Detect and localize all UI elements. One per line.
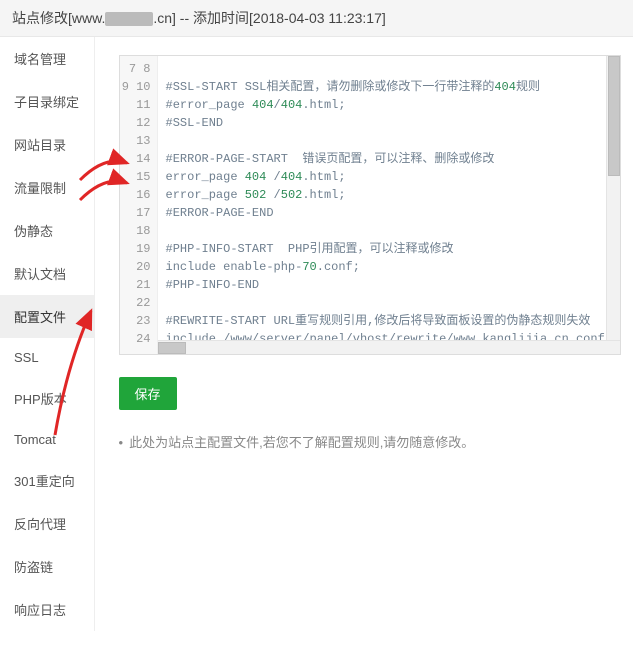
title-suffix: .cn] -- 添加时间[2018-04-03 11:23:17] xyxy=(153,10,385,26)
sidebar-item-11[interactable]: 反向代理 xyxy=(0,502,94,545)
sidebar-item-1[interactable]: 子目录绑定 xyxy=(0,80,94,123)
window-title: 站点修改[www. .cn] -- 添加时间[2018-04-03 11:23:1… xyxy=(0,0,633,37)
h-scroll-thumb[interactable] xyxy=(158,342,186,354)
main-area: 域名管理子目录绑定网站目录流量限制伪静态默认文档配置文件SSLPHP版本Tomc… xyxy=(0,37,633,631)
sidebar-item-7[interactable]: SSL xyxy=(0,338,94,377)
sidebar-item-10[interactable]: 301重定向 xyxy=(0,459,94,502)
sidebar-item-13[interactable]: 响应日志 xyxy=(0,588,94,631)
bullet-icon: • xyxy=(119,435,124,450)
code-editor[interactable]: 7 8 9 10 11 12 13 14 15 16 17 18 19 20 2… xyxy=(119,55,621,355)
sidebar-item-0[interactable]: 域名管理 xyxy=(0,37,94,80)
code-body[interactable]: #SSL-START SSL相关配置，请勿删除或修改下一行带注释的404规则 #… xyxy=(158,56,620,354)
domain-masked xyxy=(105,12,153,26)
vertical-scrollbar[interactable] xyxy=(606,56,620,340)
config-note: • 此处为站点主配置文件,若您不了解配置规则,请勿随意修改。 xyxy=(119,432,621,451)
sidebar-item-2[interactable]: 网站目录 xyxy=(0,123,94,166)
sidebar-item-9[interactable]: Tomcat xyxy=(0,420,94,459)
v-scroll-thumb[interactable] xyxy=(608,56,620,176)
line-gutter: 7 8 9 10 11 12 13 14 15 16 17 18 19 20 2… xyxy=(120,56,158,354)
sidebar-item-3[interactable]: 流量限制 xyxy=(0,166,94,209)
title-prefix: 站点修改[www. xyxy=(12,10,105,26)
sidebar-item-4[interactable]: 伪静态 xyxy=(0,209,94,252)
sidebar-item-8[interactable]: PHP版本 xyxy=(0,377,94,420)
sidebar-item-5[interactable]: 默认文档 xyxy=(0,252,94,295)
sidebar: 域名管理子目录绑定网站目录流量限制伪静态默认文档配置文件SSLPHP版本Tomc… xyxy=(0,37,95,631)
save-button[interactable]: 保存 xyxy=(119,377,177,410)
note-text: 此处为站点主配置文件,若您不了解配置规则,请勿随意修改。 xyxy=(129,435,474,450)
horizontal-scrollbar[interactable] xyxy=(158,340,620,354)
sidebar-item-6[interactable]: 配置文件 xyxy=(0,295,94,338)
sidebar-item-12[interactable]: 防盗链 xyxy=(0,545,94,588)
content-pane: 7 8 9 10 11 12 13 14 15 16 17 18 19 20 2… xyxy=(95,37,633,631)
